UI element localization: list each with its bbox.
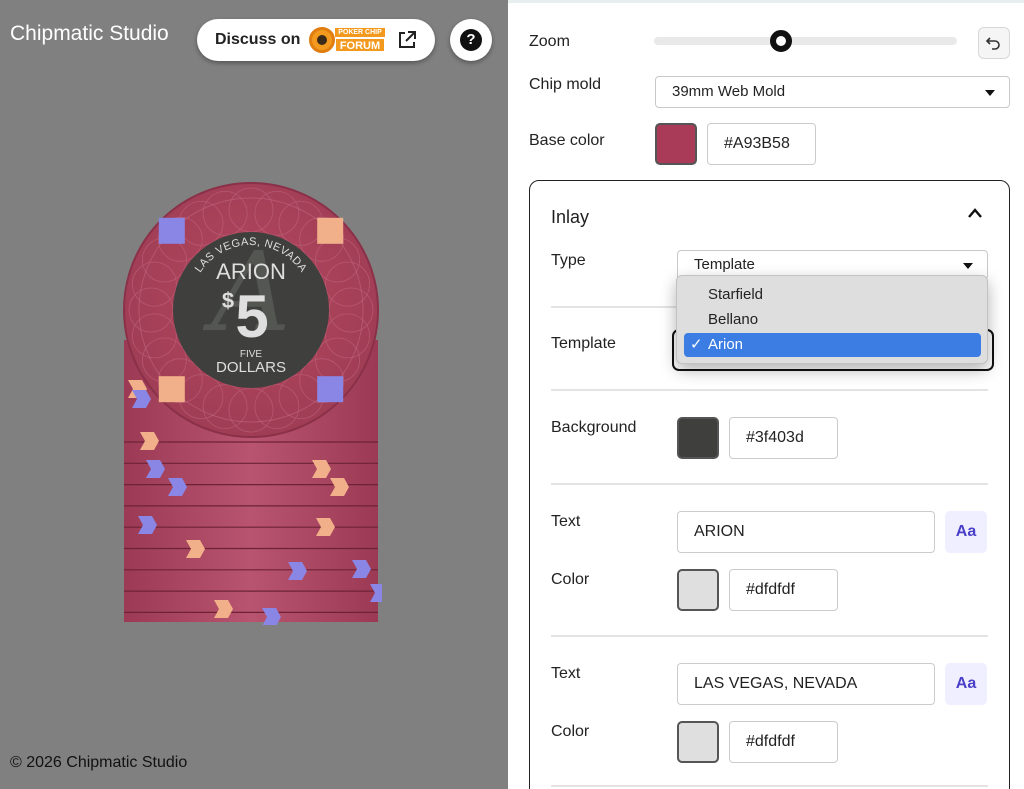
discuss-label: Discuss on bbox=[215, 31, 301, 48]
help-button[interactable]: ? bbox=[450, 19, 492, 61]
chevron-up-icon[interactable] bbox=[967, 207, 983, 219]
external-link-icon bbox=[399, 31, 416, 48]
preview-canvas: Chipmatic Studio Discuss on POKER CHIP F… bbox=[0, 0, 508, 789]
text2-label: Text bbox=[551, 665, 581, 682]
inlay-type-dropdown-menu: Starfield Bellano ✓ Arion bbox=[676, 275, 988, 364]
inlay-amount: 5 bbox=[235, 283, 268, 350]
zoom-label: Zoom bbox=[529, 33, 570, 50]
background-label: Background bbox=[551, 419, 637, 436]
text1-color-label: Color bbox=[551, 571, 590, 588]
text1-label: Text bbox=[551, 513, 581, 530]
background-color-swatch[interactable] bbox=[677, 417, 719, 459]
chip-mold-label: Chip mold bbox=[529, 76, 602, 93]
inlay-title: Inlay bbox=[551, 207, 590, 227]
background-hex-input[interactable]: #3f403d bbox=[729, 417, 838, 459]
inlay-brand-text: ARION bbox=[216, 259, 286, 284]
checkmark-icon: ✓ bbox=[690, 336, 703, 353]
undo-button[interactable] bbox=[978, 27, 1010, 59]
text2-color-hex-input[interactable]: #dfdfdf bbox=[729, 721, 838, 763]
inlay-currency: $ bbox=[222, 288, 234, 313]
template-label: Template bbox=[551, 335, 616, 352]
text2-font-button[interactable]: Aa bbox=[945, 663, 987, 705]
inlay-section: Inlay Type Template Template Background … bbox=[529, 180, 1010, 789]
text1-font-button[interactable]: Aa bbox=[945, 511, 987, 553]
base-color-hex-input[interactable]: #A93B58 bbox=[707, 123, 816, 165]
base-color-swatch[interactable] bbox=[655, 123, 697, 165]
dropdown-option-starfield[interactable]: Starfield bbox=[684, 283, 981, 307]
inlay-line2: DOLLARS bbox=[216, 359, 286, 376]
chip-mold-select[interactable]: 39mm Web Mold bbox=[655, 76, 1010, 108]
text2-color-label: Color bbox=[551, 723, 590, 740]
chip-stack-preview: A LAS VEGAS, NEVADA ARION $ 5 FIVE DOLLA… bbox=[123, 182, 382, 625]
text1-color-swatch[interactable] bbox=[677, 569, 719, 611]
inlay-type-label: Type bbox=[551, 252, 586, 269]
dropdown-option-bellano[interactable]: Bellano bbox=[684, 308, 981, 332]
poker-chip-forum-logo: POKER CHIP FORUM bbox=[309, 27, 385, 53]
app-title: Chipmatic Studio bbox=[10, 22, 169, 45]
copyright: © 2026 Chipmatic Studio bbox=[10, 754, 188, 771]
help-icon: ? bbox=[460, 29, 482, 51]
text1-input[interactable]: ARION bbox=[677, 511, 935, 553]
chevron-down-icon bbox=[985, 90, 995, 96]
zoom-slider-thumb[interactable] bbox=[770, 30, 793, 52]
text2-input[interactable]: LAS VEGAS, NEVADA bbox=[677, 663, 935, 705]
chevron-down-icon bbox=[963, 263, 973, 269]
base-color-label: Base color bbox=[529, 132, 605, 149]
undo-icon bbox=[985, 37, 1000, 50]
text1-color-hex-input[interactable]: #dfdfdf bbox=[729, 569, 838, 611]
text2-color-swatch[interactable] bbox=[677, 721, 719, 763]
zoom-slider[interactable] bbox=[654, 30, 957, 52]
settings-panel: Zoom Chip mold 39mm Web Mold Base color … bbox=[508, 0, 1024, 789]
discuss-forum-button[interactable]: Discuss on POKER CHIP FORUM bbox=[197, 19, 435, 61]
dropdown-option-arion[interactable]: ✓ Arion bbox=[684, 333, 981, 357]
